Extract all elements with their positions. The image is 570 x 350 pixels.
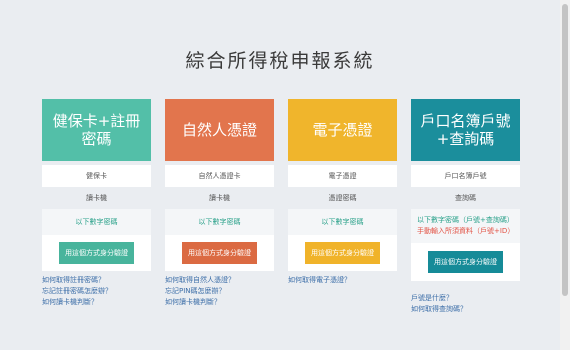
help-links: 如何取得自然人憑證？ 忘記PIN碼怎麼辦？ 如何讀卡機判斷？ <box>165 271 274 308</box>
button-row: 用這個方式身分驗證 <box>411 243 520 281</box>
requirement-label: 憑證密碼 <box>328 194 357 202</box>
help-links: 戶號是什麼？ 如何取得查詢碼？ <box>411 293 520 315</box>
requirement-label: 讀卡機 <box>86 194 107 202</box>
button-row: 用這個方式身分驗證 <box>165 235 274 271</box>
verify-button[interactable]: 用這個方式身分驗證 <box>428 251 503 273</box>
help-link[interactable]: 如何取得自然人憑證？ <box>165 275 274 286</box>
method-header: 自然人憑證 <box>165 99 274 161</box>
help-link[interactable]: 如何讀卡機判斷？ <box>165 297 274 308</box>
scrollbar[interactable] <box>560 0 570 350</box>
button-row: 用這個方式身分驗證 <box>288 235 397 271</box>
requirement-label: 戶口名簿戶號 <box>411 165 520 187</box>
help-link[interactable]: 戶號是什麼？ <box>411 293 520 304</box>
help-link[interactable]: 忘記PIN碼怎麼辦？ <box>165 286 274 297</box>
note-green: 以下數字密碼（戶號+查詢碼） <box>417 216 514 224</box>
requirement-note: 以下數字密碼 <box>42 209 151 235</box>
help-link[interactable]: 如何取得電子憑證？ <box>288 275 397 286</box>
verify-button[interactable]: 用這個方式身分驗證 <box>59 242 134 264</box>
help-link[interactable]: 如何取得查詢碼？ <box>411 304 520 315</box>
requirement-label: 電子憑證 <box>288 165 397 187</box>
requirement-label: 讀卡機 <box>209 194 230 202</box>
requirement-label: 查詢碼 <box>455 194 476 202</box>
requirement-label: 健保卡 <box>42 165 151 187</box>
scrollbar-thumb[interactable] <box>562 4 568 296</box>
method-household-number: 戶口名簿戶號+查詢碼 戶口名簿戶號 查詢碼 以下數字密碼（戶號+查詢碼） 手動輸… <box>411 99 520 315</box>
requirement-note: 以下數字密碼 <box>165 209 274 235</box>
requirement-note: 以下數字密碼（戶號+查詢碼） 手動輸入所須資料（戶號+ID） <box>411 209 520 243</box>
help-links: 如何取得電子憑證？ <box>288 271 397 286</box>
help-link[interactable]: 如何讀卡機判斷？ <box>42 297 151 308</box>
verify-button[interactable]: 用這個方式身分驗證 <box>182 242 257 264</box>
requirement-note: 以下數字密碼 <box>288 209 397 235</box>
help-link[interactable]: 如何取得註冊密碼？ <box>42 275 151 286</box>
page-title: 綜合所得稅申報系統 <box>185 50 375 72</box>
help-links: 如何取得註冊密碼？ 忘記註冊密碼怎麼辦？ 如何讀卡機判斷？ <box>42 271 151 308</box>
method-nhi-card: 健保卡+註冊密碼 健保卡 讀卡機 以下數字密碼 用這個方式身分驗證 如何取得註冊… <box>42 99 151 308</box>
help-link[interactable]: 忘記註冊密碼怎麼辦？ <box>42 286 151 297</box>
verify-button[interactable]: 用這個方式身分驗證 <box>305 242 380 264</box>
method-digital-certificate: 電子憑證 電子憑證 憑證密碼 以下數字密碼 用這個方式身分驗證 如何取得電子憑證… <box>288 99 397 286</box>
method-header: 戶口名簿戶號+查詢碼 <box>411 99 520 161</box>
button-row: 用這個方式身分驗證 <box>42 235 151 271</box>
note-red: 手動輸入所須資料（戶號+ID） <box>417 227 515 235</box>
method-citizen-certificate: 自然人憑證 自然人憑證卡 讀卡機 以下數字密碼 用這個方式身分驗證 如何取得自然… <box>165 99 274 308</box>
requirement-label: 自然人憑證卡 <box>165 165 274 187</box>
method-header: 健保卡+註冊密碼 <box>42 99 151 161</box>
method-header: 電子憑證 <box>288 99 397 161</box>
